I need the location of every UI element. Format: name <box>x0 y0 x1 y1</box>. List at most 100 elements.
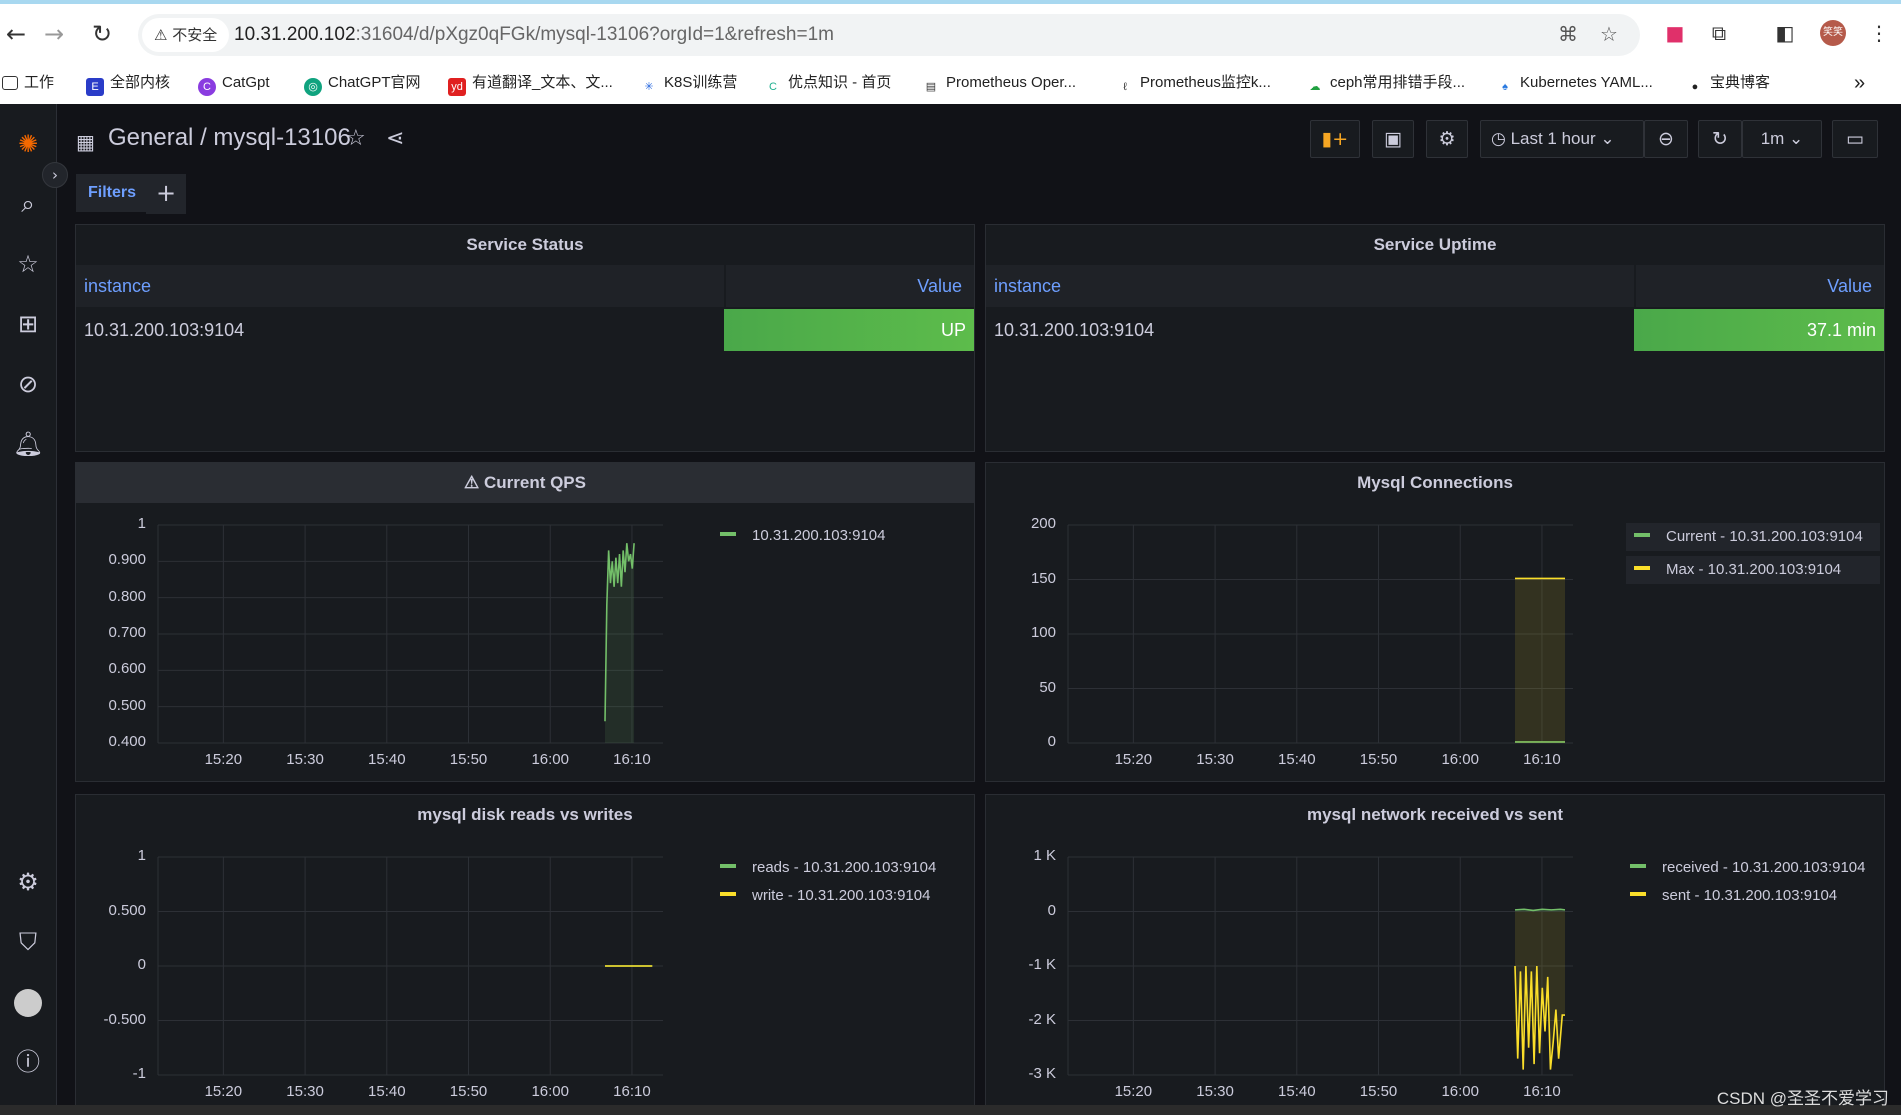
site-icon: E <box>86 78 104 96</box>
y-tick-label: 0 <box>1047 733 1056 750</box>
dashboards-icon[interactable]: ⊞ <box>8 304 48 344</box>
openai-icon: ◎ <box>304 78 322 96</box>
panel-mysql-connections[interactable]: Mysql Connections Current - 10.31.200.10… <box>985 462 1885 782</box>
bookmark-item[interactable]: C 优点知识 - 首页 <box>764 68 891 98</box>
alerting-icon[interactable]: 🔔︎ <box>8 424 48 464</box>
bookmark-item[interactable]: E 全部内核 <box>86 68 170 98</box>
starred-icon[interactable]: ☆ <box>8 244 48 284</box>
bookmark-label: CatGpt <box>222 74 270 91</box>
grafana-logo-icon[interactable]: ✺ <box>8 124 48 164</box>
refresh-interval-picker[interactable]: 1m ⌄ <box>1742 120 1822 158</box>
bookmark-item[interactable]: 工作 <box>2 68 54 98</box>
bookmark-label: Prometheus Oper... <box>946 74 1077 91</box>
table-cell-instance: 10.31.200.103:9104 <box>994 320 1155 340</box>
explore-icon[interactable]: ⊘ <box>8 364 48 404</box>
zoom-out-icon[interactable]: ⊖ <box>1644 120 1688 158</box>
side-panel-icon[interactable]: ◧ <box>1770 18 1800 48</box>
extensions-puzzle-icon[interactable]: ⧉ <box>1704 18 1734 48</box>
column-header-instance[interactable]: instance <box>986 265 1634 307</box>
menu-icon[interactable]: ⋮ <box>1864 18 1894 48</box>
y-tick-label: -2 K <box>1028 1010 1056 1028</box>
time-picker[interactable]: ◷ Last 1 hour ⌄ <box>1480 120 1644 158</box>
table-cell-value: UP <box>724 309 974 351</box>
dashboard-header: ▦ General / mysql-13106 ☆ ⋖ ▮+ ▣ ⚙ ◷ Las… <box>56 104 1901 174</box>
os-taskbar <box>0 1105 1901 1115</box>
extension-icon[interactable]: ■ <box>1660 18 1690 48</box>
bookmark-item[interactable]: ☁ ceph常用排错手段... <box>1306 68 1466 98</box>
panel-current-qps[interactable]: ⚠ Current QPS 10.31.200.103:9104 1 0.900 0… <box>75 462 975 782</box>
x-tick-label: 16:00 <box>531 751 569 768</box>
x-tick-label: 16:10 <box>613 751 651 768</box>
bookmark-item[interactable]: ♠ Kubernetes YAML... <box>1496 68 1653 98</box>
bookmark-label: 工作 <box>24 74 55 91</box>
folder-link[interactable]: General <box>108 124 193 151</box>
panel-network-received-sent[interactable]: mysql network received vs sent received … <box>985 794 1885 1114</box>
sidebar-expand-button[interactable]: › <box>42 162 68 188</box>
user-avatar-icon[interactable] <box>8 982 48 1022</box>
octopus-icon: ♠ <box>1502 81 1508 93</box>
x-tick-label: 15:20 <box>204 1083 243 1100</box>
bookmark-label: ceph常用排错手段... <box>1330 74 1466 91</box>
security-badge[interactable]: ⚠ 不安全 <box>142 18 230 52</box>
panel-title[interactable]: Service Status <box>76 225 974 265</box>
url-path: :31604/d/pXgz0qFGk/mysql-13106?orgId=1&r… <box>355 24 834 45</box>
bookmark-item[interactable]: yd 有道翻译_文本、文... <box>448 68 613 98</box>
shield-icon[interactable]: ⛉ <box>8 922 48 962</box>
bookmarks-overflow[interactable]: » <box>1854 68 1865 98</box>
filters-label[interactable]: Filters <box>76 174 149 212</box>
x-tick-label: 15:40 <box>368 1083 406 1100</box>
dashboard-title[interactable]: mysql-13106 <box>213 124 350 151</box>
url-text[interactable]: 10.31.200.102:31604/d/pXgz0qFGk/mysql-13… <box>234 14 834 56</box>
bookmark-label: 优点知识 - 首页 <box>788 74 892 91</box>
y-tick-label: 50 <box>1039 678 1056 696</box>
bookmark-label: 有道翻译_文本、文... <box>472 74 613 91</box>
site-icon: C <box>769 81 777 93</box>
bookmark-item[interactable]: ◎ ChatGPT官网 <box>304 68 421 98</box>
search-icon[interactable]: ⌕ <box>8 184 48 224</box>
profile-avatar[interactable]: 笑笑 <box>1820 20 1846 46</box>
y-tick-label: 200 <box>1030 515 1056 532</box>
address-bar[interactable]: ⚠ 不安全 10.31.200.102:31604/d/pXgz0qFGk/my… <box>138 14 1640 56</box>
bookmark-item[interactable]: ● 宝典博客 <box>1686 68 1770 98</box>
help-icon[interactable]: ⓘ <box>8 1042 48 1082</box>
y-tick-label: -1 K <box>1028 956 1056 973</box>
dashboard-settings-icon[interactable]: ⚙ <box>1426 120 1468 158</box>
refresh-icon[interactable]: ↻ <box>1698 120 1742 158</box>
bookmark-item[interactable]: C CatGpt <box>198 68 270 98</box>
back-icon[interactable]: ← <box>0 18 32 50</box>
share-icon[interactable]: ⋖ <box>386 126 404 151</box>
x-tick-label: 16:10 <box>1523 1083 1561 1100</box>
panel-title[interactable]: Service Uptime <box>986 225 1884 265</box>
settings-icon[interactable]: ⚙ <box>8 862 48 902</box>
column-header-value[interactable]: Value <box>1636 265 1884 307</box>
forward-icon[interactable]: → <box>38 18 70 50</box>
add-panel-button[interactable]: ▮+ <box>1310 120 1360 158</box>
chart-plot-area <box>157 856 663 1076</box>
y-tick-label: 100 <box>1030 624 1056 641</box>
column-header-value[interactable]: Value <box>726 265 974 307</box>
bookmark-item[interactable]: ℓ Prometheus监控k... <box>1116 68 1271 98</box>
bookmark-item[interactable]: ✳ K8S训练营 <box>640 68 737 98</box>
bookmark-item[interactable]: ▤ Prometheus Oper... <box>922 68 1076 98</box>
y-tick-label: 1 <box>137 847 146 864</box>
panel-service-uptime[interactable]: Service Uptime instance Value 10.31.200.… <box>985 224 1885 452</box>
column-header-instance[interactable]: instance <box>76 265 724 307</box>
panel-disk-reads-writes[interactable]: mysql disk reads vs writes reads - 10.31… <box>75 794 975 1114</box>
book-icon: ▤ <box>925 81 937 93</box>
tv-mode-icon[interactable]: ▭ <box>1832 120 1878 158</box>
x-tick-label: 15:20 <box>1114 1083 1153 1100</box>
k8s-icon: ✳ <box>644 81 654 93</box>
star-icon[interactable]: ☆ <box>346 126 366 151</box>
panel-service-status[interactable]: Service Status instance Value 10.31.200.… <box>75 224 975 452</box>
save-icon[interactable]: ▣ <box>1372 120 1414 158</box>
y-tick-label: 0 <box>137 956 146 973</box>
y-tick-label: 0.600 <box>108 660 146 678</box>
bookmark-label: Prometheus监控k... <box>1140 74 1271 91</box>
x-tick-label: 16:10 <box>1523 751 1561 768</box>
reload-icon[interactable]: ↻ <box>86 18 118 50</box>
y-tick-label: 0 <box>1047 901 1056 919</box>
bookmark-label: 全部内核 <box>110 74 171 91</box>
add-filter-button[interactable]: + <box>146 174 186 214</box>
bookmark-star-icon[interactable]: ☆ <box>1600 22 1618 46</box>
translate-icon[interactable]: ⌘ <box>1558 22 1578 46</box>
